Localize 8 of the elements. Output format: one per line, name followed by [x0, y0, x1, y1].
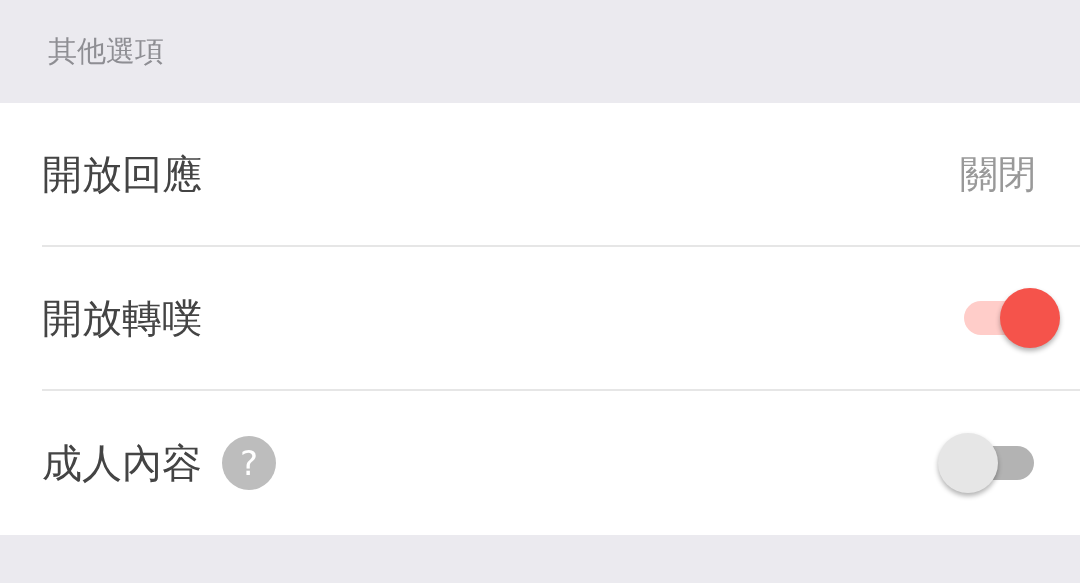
section-title: 其他選項 — [48, 32, 164, 70]
toggle-switch[interactable] — [964, 288, 1060, 348]
toggle-switch[interactable] — [938, 433, 1034, 493]
setting-value[interactable]: 關閉 — [960, 145, 1036, 203]
setting-label: 開放回應 — [42, 150, 202, 199]
setting-label: 成人內容 — [42, 439, 202, 488]
setting-label: 開放轉噗 — [42, 294, 202, 343]
help-icon[interactable]: ? — [222, 436, 276, 490]
